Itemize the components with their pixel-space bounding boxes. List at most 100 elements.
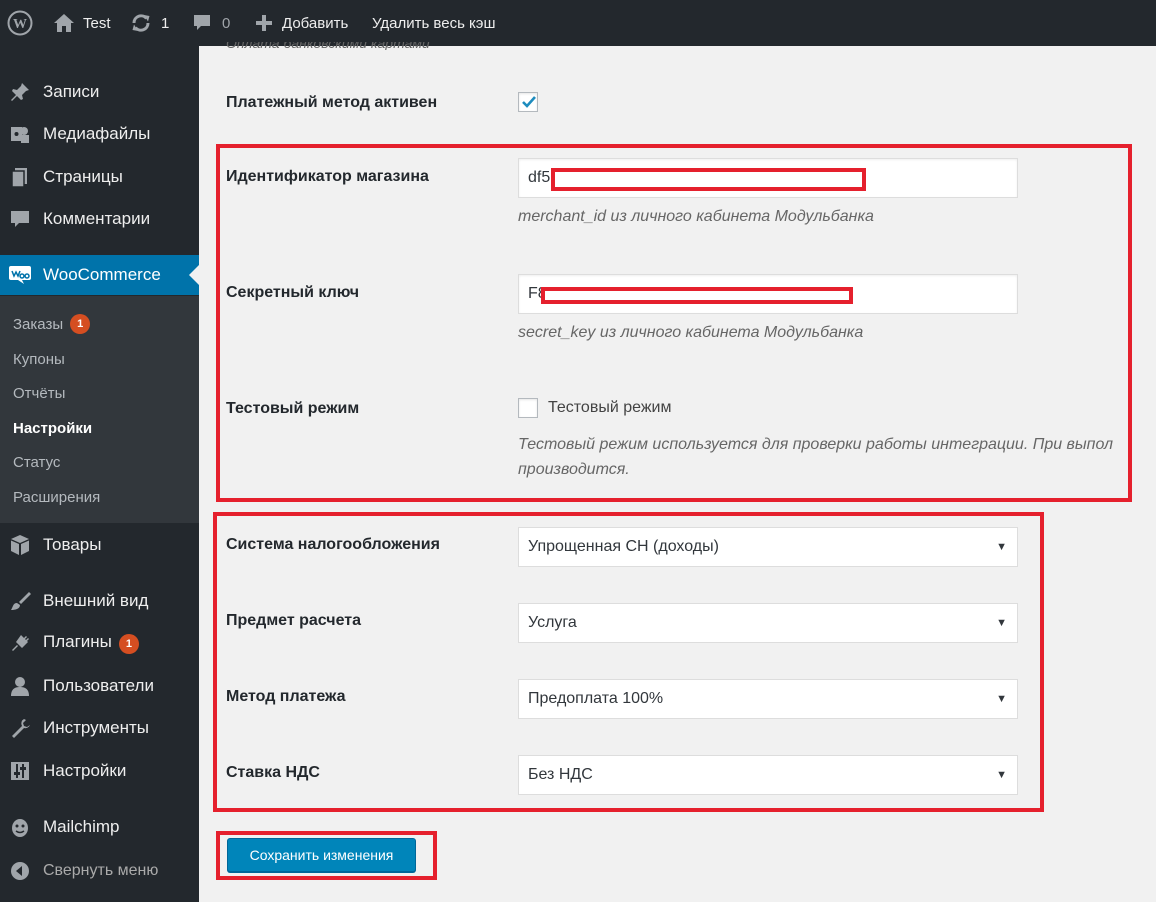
save-changes-button[interactable]: Сохранить изменения	[227, 838, 416, 872]
svg-text:W: W	[13, 17, 27, 32]
sidebar-item-label: WooCommerce	[43, 265, 161, 284]
admin-sidebar: Записи Медиафайлы Страницы Комментарии W…	[0, 46, 199, 902]
checkmark-icon	[522, 96, 536, 108]
dropdown-arrow-icon: ▼	[996, 693, 1007, 705]
add-new-link[interactable]: Добавить	[255, 0, 348, 46]
mailchimp-icon	[8, 815, 32, 839]
payment-method-select[interactable]: Предоплата 100% ▼	[518, 679, 1018, 719]
payment-object-select[interactable]: Услуга ▼	[518, 603, 1018, 643]
submenu-item-label: Купоны	[13, 350, 65, 368]
admin-bar: W Test 1 0 Добавить Удалить весь кэш	[0, 0, 1156, 46]
collapse-arrow-icon	[8, 859, 32, 883]
redaction-mark	[541, 287, 853, 304]
sidebar-item-label: Медиафайлы	[43, 124, 151, 143]
site-name-link[interactable]: Test	[53, 0, 111, 46]
submenu-item-orders[interactable]: Заказы 1	[13, 312, 91, 336]
sidebar-item-media[interactable]: Медиафайлы	[0, 114, 199, 154]
wordpress-logo-icon[interactable]: W	[7, 0, 33, 46]
submenu-item-label: Настройки	[13, 419, 93, 437]
comments-link[interactable]: 0	[192, 0, 230, 46]
merchant-id-label: Идентификатор магазина	[226, 168, 429, 185]
tax-system-select[interactable]: Упрощенная СН (доходы) ▼	[518, 527, 1018, 567]
test-mode-label: Тестовый режим	[226, 400, 360, 417]
orders-count-badge: 1	[70, 314, 91, 334]
submenu-item-extensions[interactable]: Расширения	[13, 485, 100, 509]
updates-link[interactable]: 1	[130, 0, 169, 46]
woocommerce-icon	[8, 263, 32, 287]
sidebar-item-appearance[interactable]: Внешний вид	[0, 581, 199, 621]
pushpin-icon	[8, 80, 32, 104]
merchant-id-description: merchant_id из личного кабинета Модульба…	[518, 208, 874, 225]
sidebar-item-settings[interactable]: Настройки	[0, 751, 199, 791]
submenu-item-status[interactable]: Статус	[13, 450, 60, 474]
site-name: Test	[83, 14, 111, 32]
settings-content: Оплата банковскими картами Платежный мет…	[199, 42, 1156, 902]
submenu-item-label: Заказы	[13, 315, 64, 333]
dropdown-arrow-icon: ▼	[996, 617, 1007, 629]
plugins-count-badge: 1	[118, 634, 139, 654]
vat-label: Ставка НДС	[226, 764, 320, 781]
sidebar-item-products[interactable]: Товары	[0, 525, 199, 565]
comment-bubble-icon	[192, 13, 212, 33]
comment-bubble-icon	[8, 207, 32, 231]
sidebar-item-posts[interactable]: Записи	[0, 72, 199, 112]
sidebar-item-comments[interactable]: Комментарии	[0, 199, 199, 239]
sidebar-item-label: Внешний вид	[43, 591, 149, 610]
add-new-label: Добавить	[282, 14, 349, 32]
payment-method-label: Метод платежа	[226, 688, 346, 705]
sidebar-item-label: Записи	[43, 82, 100, 101]
submenu-item-label: Расширения	[13, 488, 101, 506]
sidebar-item-tools[interactable]: Инструменты	[0, 708, 199, 748]
sidebar-item-users[interactable]: Пользователи	[0, 666, 199, 706]
clipped-text: Оплата банковскими картами	[226, 42, 430, 50]
vat-value: Без НДС	[528, 766, 593, 783]
wrench-icon	[8, 716, 32, 740]
sidebar-item-mailchimp[interactable]: Mailchimp	[0, 807, 199, 847]
collapse-menu-button[interactable]: Свернуть меню	[0, 851, 199, 891]
user-icon	[8, 674, 32, 698]
current-menu-arrow	[189, 265, 199, 285]
payment-active-label: Платежный метод активен	[226, 94, 438, 111]
dropdown-arrow-icon: ▼	[996, 541, 1007, 553]
submenu-item-coupons[interactable]: Купоны	[13, 347, 65, 371]
sidebar-item-pages[interactable]: Страницы	[0, 157, 199, 197]
sidebar-item-label: Инструменты	[43, 718, 150, 737]
home-icon	[53, 13, 75, 33]
tax-system-label: Система налогообложения	[226, 536, 440, 553]
comments-count: 0	[222, 14, 231, 32]
vat-select[interactable]: Без НДС ▼	[518, 755, 1018, 795]
updates-icon	[130, 12, 152, 34]
merchant-id-value: df5	[528, 169, 551, 186]
clear-cache-label: Удалить весь кэш	[372, 14, 496, 32]
sidebar-item-label: Настройки	[43, 761, 127, 780]
test-mode-description-line: Тестовый режим используется для проверки…	[518, 436, 1114, 453]
sidebar-item-plugins[interactable]: Плагины 1	[0, 623, 199, 663]
sidebar-item-label: Товары	[43, 535, 102, 554]
payment-method-value: Предоплата 100%	[528, 690, 664, 707]
woocommerce-submenu: Заказы 1 Купоны Отчёты Настройки Статус …	[0, 296, 199, 523]
submenu-item-settings[interactable]: Настройки	[13, 416, 92, 440]
test-mode-description-line: производится.	[518, 461, 630, 478]
media-icon	[8, 122, 32, 146]
sidebar-item-label: Плагины 1	[43, 632, 139, 654]
pages-icon	[8, 165, 32, 189]
sidebar-item-woocommerce[interactable]: WooCommerce	[0, 255, 199, 295]
sliders-icon	[8, 759, 32, 783]
gateway-description-clipped: Оплата банковскими картами	[226, 42, 430, 50]
secret-key-label: Секретный ключ	[226, 284, 360, 301]
clear-cache-link[interactable]: Удалить весь кэш	[372, 0, 495, 46]
plugins-label: Плагины	[43, 632, 112, 651]
test-mode-checkbox[interactable]	[518, 398, 538, 418]
sidebar-item-label: Страницы	[43, 167, 123, 186]
payment-object-value: Услуга	[528, 614, 577, 631]
sidebar-item-label: Mailchimp	[43, 817, 120, 836]
tax-system-value: Упрощенная СН (доходы)	[528, 538, 719, 555]
paintbrush-icon	[8, 589, 32, 613]
plus-icon	[255, 14, 273, 32]
payment-active-checkbox[interactable]	[518, 92, 538, 112]
dropdown-arrow-icon: ▼	[996, 769, 1007, 781]
secret-key-description: secret_key из личного кабинета Модульбан…	[518, 324, 864, 341]
test-mode-checkbox-label[interactable]: Тестовый режим	[548, 399, 671, 417]
sidebar-item-label: Комментарии	[43, 209, 151, 228]
submenu-item-reports[interactable]: Отчёты	[13, 381, 65, 405]
